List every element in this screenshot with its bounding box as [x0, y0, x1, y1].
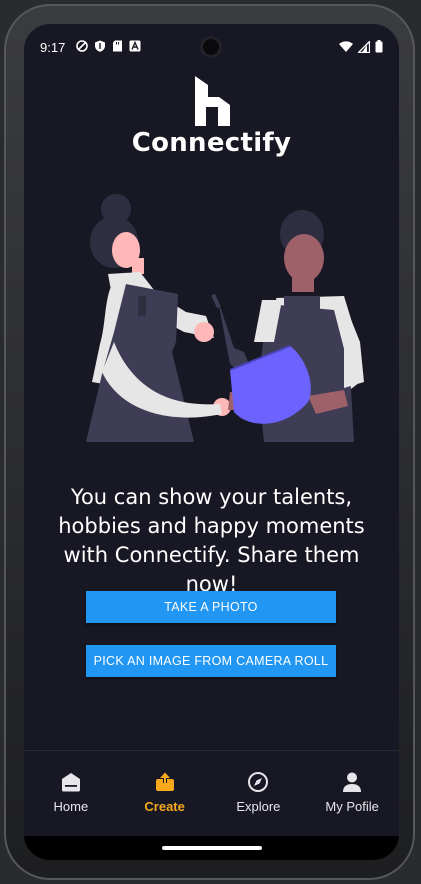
status-icons-right: [339, 40, 383, 53]
home-icon: [61, 773, 80, 792]
pick-from-camera-roll-button[interactable]: PICK AN IMAGE FROM CAMERA ROLL: [86, 645, 336, 677]
vpn-shield-icon: [76, 40, 88, 52]
font-a-icon: [129, 40, 141, 52]
app-screen: 9:17 Connectify You can show your talent…: [24, 24, 399, 860]
bottom-navigation: Home Create Explore My Pofile: [24, 751, 399, 836]
shield-icon: [95, 40, 105, 52]
nav-item-profile[interactable]: My Pofile: [305, 751, 399, 836]
upload-icon: [155, 772, 174, 791]
status-time: 9:17: [40, 40, 66, 55]
nav-item-explore[interactable]: Explore: [212, 751, 306, 836]
app-name: Connectify: [131, 128, 292, 158]
nav-label-profile: My Pofile: [325, 799, 379, 814]
wifi-icon: [339, 40, 353, 52]
nav-label-explore: Explore: [236, 799, 281, 814]
status-bar: 9:17: [24, 24, 399, 70]
connectify-logo-icon: [194, 76, 230, 126]
front-camera: [200, 36, 222, 58]
take-photo-button[interactable]: TAKE A PHOTO: [86, 591, 336, 623]
nav-label-create: Create: [144, 799, 185, 814]
sd-card-icon: [113, 40, 122, 52]
status-icons-left: [76, 40, 141, 52]
compass-icon: [248, 772, 269, 792]
people-cooking-illustration: [86, 194, 364, 442]
battery-icon: [375, 40, 383, 53]
share-prompt-message: You can show your talents, hobbies and h…: [58, 485, 365, 596]
nav-item-create[interactable]: Create: [118, 751, 212, 836]
nav-item-home[interactable]: Home: [24, 751, 118, 836]
home-gesture-handle[interactable]: [162, 846, 262, 850]
signal-icon: [358, 40, 370, 53]
person-icon: [343, 772, 362, 792]
app-logo: Connectify: [24, 76, 399, 158]
gesture-navigation-bar: [24, 836, 399, 860]
nav-label-home: Home: [53, 799, 89, 814]
